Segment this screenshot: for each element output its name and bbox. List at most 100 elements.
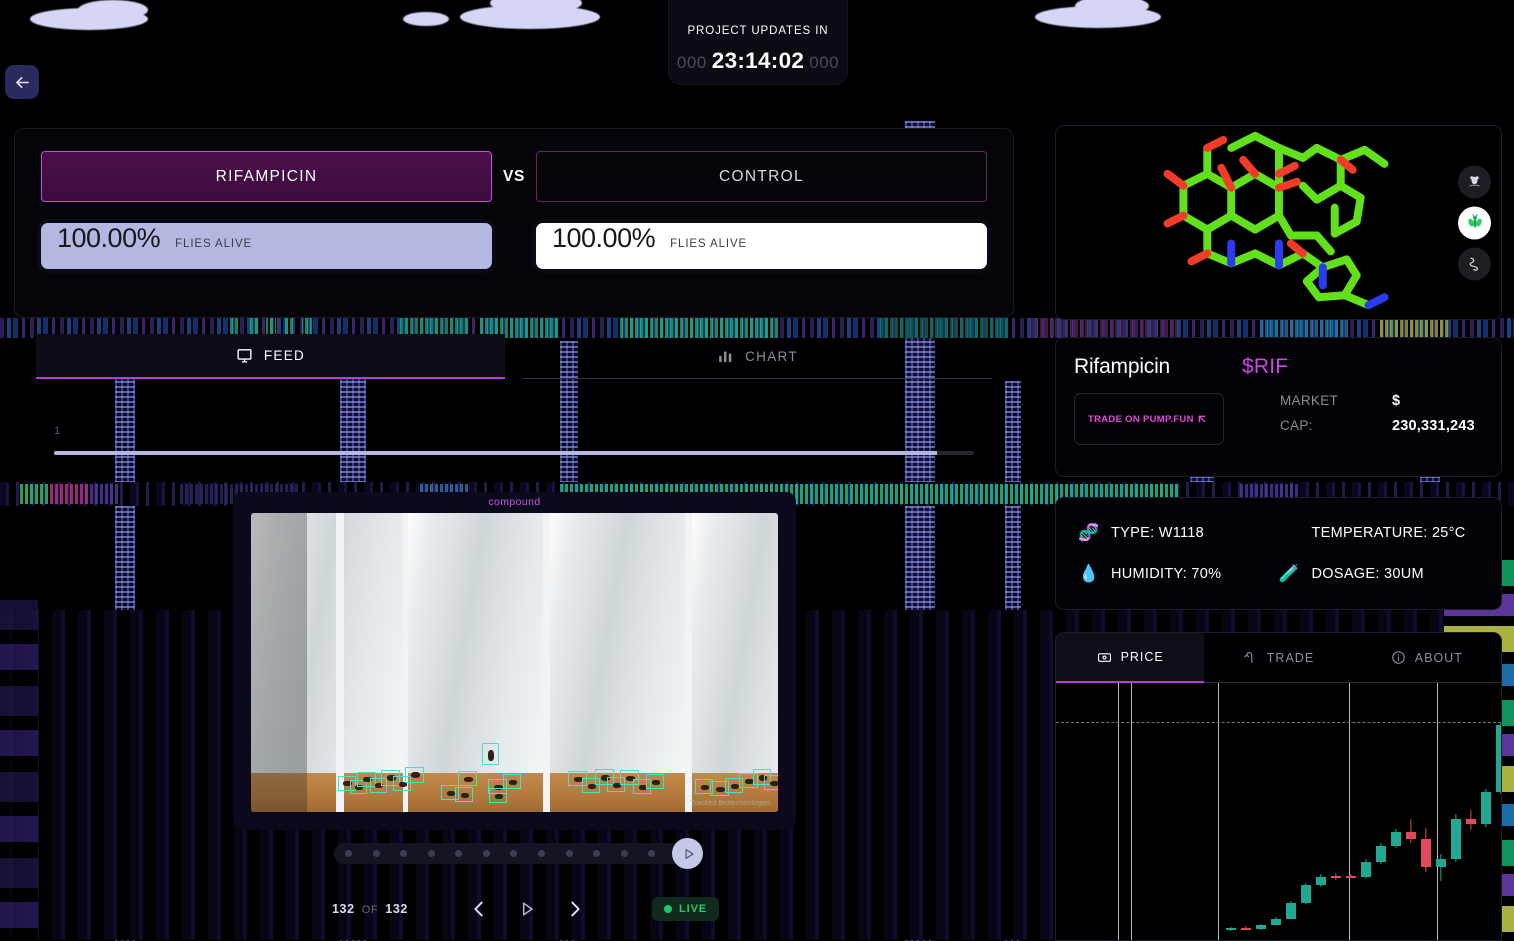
market-cap-block: MARKET $ CAP: 230,331,243 — [1280, 393, 1475, 445]
experiment-params-card: 🧬 TYPE: W1118 🌡 TEMPERATURE: 25°C 💧 HUMI… — [1055, 497, 1502, 610]
price-panel-tabs: PRICE TRADE ABOUT — [1056, 633, 1501, 683]
candle-body — [1466, 818, 1476, 825]
stat-treatment: 100.00% FLIES ALIVE — [41, 223, 492, 269]
bar-chart-icon — [719, 351, 732, 362]
organism-fly-button[interactable] — [1458, 206, 1491, 239]
molecule-3d-render[interactable] — [1056, 126, 1501, 320]
comparison-panel: RIFAMPICIN VS CONTROL 100.00% FLIES ALIV… — [14, 128, 1014, 318]
tab-rifampicin-label: RIFAMPICIN — [215, 167, 318, 185]
thermometer-icon: 🌡 — [1278, 523, 1301, 543]
candlestick — [1286, 683, 1296, 940]
molecule-viewer-card — [1055, 125, 1502, 320]
candle-body — [1376, 845, 1386, 862]
tab-chart-label: CHART — [745, 348, 798, 364]
token-symbol: $RIF — [1242, 355, 1289, 378]
play-button[interactable] — [510, 892, 544, 926]
live-badge[interactable]: LIVE — [652, 897, 720, 921]
param-humidity: 💧 HUMIDITY: 70% — [1078, 562, 1279, 586]
candlestick — [1496, 683, 1501, 940]
param-type: 🧬 TYPE: W1118 — [1078, 521, 1279, 545]
candlestick — [1301, 683, 1311, 940]
tab-rifampicin[interactable]: RIFAMPICIN — [41, 151, 493, 202]
stat-control: 100.00% FLIES ALIVE — [536, 223, 987, 269]
stat-control-label: FLIES ALIVE — [670, 238, 748, 250]
token-name: Rifampicin — [1074, 355, 1171, 378]
stat-treatment-value: 100.00% — [57, 223, 161, 253]
trade-on-pumpfun-label: TRADE ON PUMP.FUN — [1088, 413, 1194, 425]
swap-arrow-icon — [1244, 651, 1253, 664]
candlestick — [1346, 683, 1356, 940]
tab-feed[interactable]: FEED — [36, 334, 505, 379]
prev-frame-button[interactable] — [462, 892, 496, 926]
chevron-right-icon — [571, 901, 580, 917]
transport-buttons — [462, 892, 592, 926]
frame-current: 132 — [332, 902, 355, 916]
live-indicator-icon — [664, 905, 672, 913]
token-body: TRADE ON PUMP.FUN MARKET $ CAP: 230,331,… — [1074, 393, 1483, 445]
candle-body — [1496, 724, 1501, 792]
tab-chart[interactable]: CHART — [523, 334, 992, 379]
param-temperature-text: TEMPERATURE: 25°C — [1311, 525, 1466, 542]
tab-control-label: CONTROL — [719, 167, 804, 185]
market-cap-label-line1: MARKET — [1280, 393, 1339, 408]
candle-body — [1256, 924, 1266, 930]
candlestick — [1316, 683, 1326, 940]
candlestick — [1271, 683, 1281, 940]
candle-body — [1436, 859, 1446, 868]
tab-control[interactable]: CONTROL — [535, 151, 987, 202]
tab-price[interactable]: PRICE — [1056, 633, 1205, 683]
tab-trade[interactable]: TRADE — [1204, 633, 1353, 683]
candle-body — [1316, 877, 1326, 886]
back-button[interactable] — [5, 65, 39, 99]
fly-icon — [1467, 213, 1482, 228]
frame-total: 132 — [385, 902, 408, 916]
next-frame-button[interactable] — [558, 892, 592, 926]
candle-body — [1331, 876, 1341, 879]
candle-body — [1361, 861, 1371, 877]
frame-counter: 132 OF 132 — [332, 902, 408, 916]
candlestick — [1436, 683, 1446, 940]
countdown-time: 23:14:02 — [711, 48, 805, 73]
countdown-ms-left: 000 — [676, 53, 707, 72]
feed-progress-track[interactable] — [54, 451, 974, 455]
price-candlestick-chart[interactable]: 0.00 — [1056, 683, 1501, 940]
organism-selector — [1458, 165, 1491, 280]
market-cap-value: 230,331,243 — [1392, 418, 1475, 434]
candle-body — [1406, 832, 1416, 839]
countdown-value-row: 000 23:14:02 000 — [677, 48, 839, 74]
vs-separator: VS — [503, 167, 525, 185]
candle-body — [1451, 818, 1461, 860]
market-cap-currency: $ — [1392, 393, 1401, 409]
feed-tabs: FEED CHART — [14, 334, 1014, 379]
token-info-card: Rifampicin $RIF TRADE ON PUMP.FUN MARKET… — [1055, 337, 1502, 477]
candlestick — [1376, 683, 1386, 940]
tab-trade-label: TRADE — [1266, 650, 1315, 665]
countdown-label: PROJECT UPDATES IN — [687, 25, 829, 37]
candle-body — [1481, 791, 1491, 825]
tab-price-label: PRICE — [1120, 650, 1164, 664]
market-cap-row-2: CAP: 230,331,243 — [1280, 418, 1475, 434]
candle-wick — [1410, 818, 1412, 844]
candlestick — [1391, 683, 1401, 940]
monitor-price-icon — [1097, 652, 1111, 662]
candlestick — [1256, 683, 1266, 940]
market-cap-row-1: MARKET $ — [1280, 393, 1475, 409]
candlestick — [1331, 683, 1341, 940]
chevron-left-icon — [474, 901, 483, 917]
candlestick — [1451, 683, 1461, 940]
organism-mouse-button[interactable] — [1458, 165, 1491, 198]
dna-icon: 🧬 — [1078, 523, 1100, 543]
comparison-tabs: RIFAMPICIN VS CONTROL — [41, 151, 987, 202]
stat-row: 100.00% FLIES ALIVE 100.00% FLIES ALIVE — [41, 223, 987, 269]
worm-icon — [1469, 257, 1479, 271]
tab-about[interactable]: ABOUT — [1352, 633, 1501, 683]
tab-about-label: ABOUT — [1414, 650, 1463, 665]
organism-worm-button[interactable] — [1458, 247, 1491, 280]
candle-body — [1301, 885, 1311, 904]
param-temperature: 🌡 TEMPERATURE: 25°C — [1279, 521, 1480, 545]
price-panel: PRICE TRADE ABOUT 0.00 — [1055, 632, 1502, 941]
monitor-icon — [237, 349, 252, 363]
trade-on-pumpfun-button[interactable]: TRADE ON PUMP.FUN — [1074, 393, 1224, 445]
candlestick — [1226, 683, 1236, 940]
external-link-arrow-icon — [1198, 415, 1206, 423]
